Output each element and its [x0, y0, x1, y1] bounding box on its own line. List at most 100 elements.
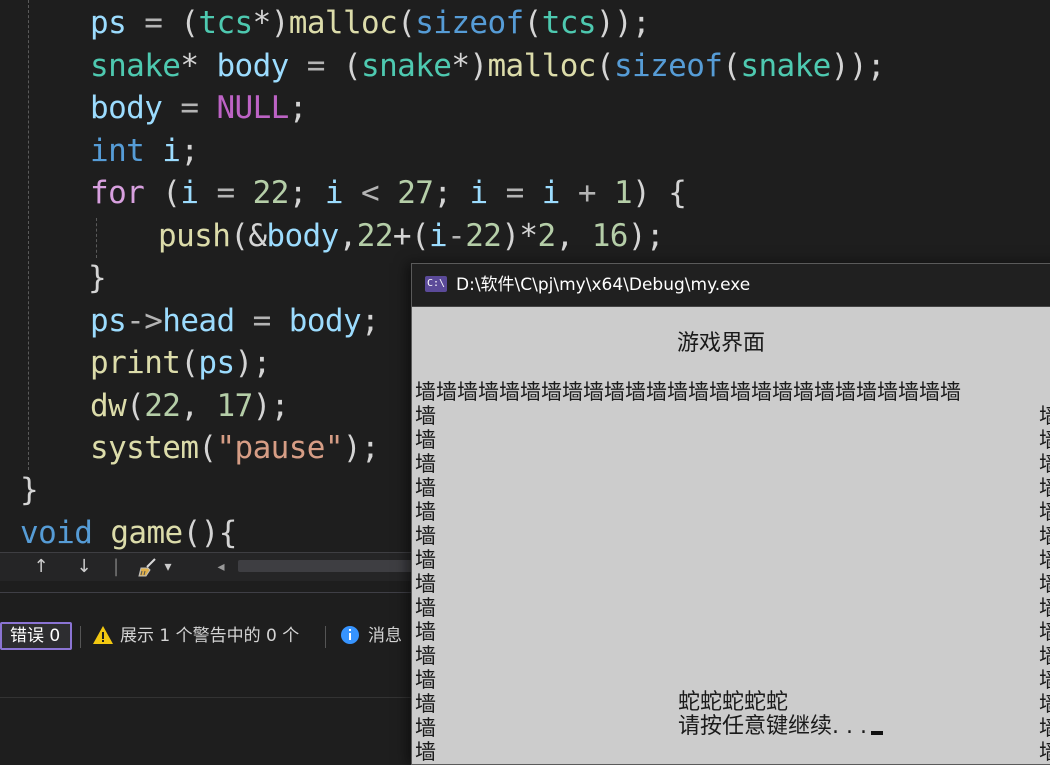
- code-token: "pause": [216, 430, 343, 466]
- code-line[interactable]: push(&body,22+(i-22)*2, 16);: [158, 215, 665, 257]
- code-line[interactable]: system("pause");: [90, 427, 380, 469]
- wall-cell: 墙: [415, 452, 436, 476]
- code-token: *): [451, 48, 488, 84]
- code-token: 1: [614, 175, 633, 211]
- code-token: ps: [90, 303, 127, 339]
- warnings-filter-label: 展示 1 个警告中的 0 个: [120, 626, 300, 646]
- code-token: i: [162, 133, 181, 169]
- messages-filter-label: 消息: [368, 626, 402, 646]
- wall-cell: 墙: [415, 668, 436, 692]
- wall-cell: 墙: [415, 716, 436, 740]
- code-token: body: [288, 303, 362, 339]
- code-token: (: [144, 175, 181, 211]
- code-token: NULL: [216, 90, 289, 126]
- warnings-filter-button[interactable]: 展示 1 个警告中的 0 个: [92, 622, 299, 650]
- code-token: snake: [90, 48, 181, 84]
- wall-cell: 墙: [415, 596, 436, 620]
- code-token: ;: [361, 303, 380, 339]
- wall-cell: 墙: [1039, 596, 1050, 620]
- filter-separator: [325, 626, 326, 648]
- code-line[interactable]: void game(){: [20, 512, 237, 552]
- code-token: ;: [288, 90, 308, 126]
- code-line[interactable]: snake* body = (snake*)malloc(sizeof(snak…: [90, 45, 886, 87]
- top-wall: 墙墙墙墙墙墙墙墙墙墙墙墙墙墙墙墙墙墙墙墙墙墙墙墙墙墙: [415, 380, 961, 404]
- wall-cell: 墙: [415, 572, 436, 596]
- wall-cell: 墙: [1039, 452, 1050, 476]
- code-line[interactable]: print(ps);: [90, 342, 271, 384]
- code-token: (: [198, 430, 217, 466]
- scroll-left-icon[interactable]: ◂: [212, 554, 230, 580]
- code-line[interactable]: ps = (tcs*)malloc(sizeof(tcs));: [90, 2, 651, 44]
- text-cursor: [870, 731, 883, 735]
- code-token: 22: [356, 218, 394, 254]
- code-token: (: [342, 48, 362, 84]
- code-token: (&: [230, 218, 267, 254]
- code-token: 22: [465, 218, 502, 254]
- code-token: =: [198, 175, 253, 211]
- broom-icon[interactable]: [136, 554, 160, 580]
- code-line[interactable]: }: [88, 257, 107, 299]
- wall-cell: 墙: [415, 644, 436, 668]
- code-token: ) {: [632, 175, 687, 211]
- wall-cell: 墙: [415, 524, 436, 548]
- code-line[interactable]: for (i = 22; i < 27; i = i + 1) {: [90, 172, 687, 214]
- navigate-up-icon[interactable]: ↑: [28, 554, 54, 580]
- wall-cell: 墙: [1039, 572, 1050, 596]
- code-line[interactable]: body = NULL;: [90, 87, 307, 129]
- code-token: (: [722, 48, 741, 84]
- toolbar-separator: |: [112, 556, 120, 577]
- wall-cell: 墙: [415, 740, 436, 764]
- warning-icon: [93, 626, 113, 644]
- code-token: (){: [182, 515, 238, 551]
- code-token: (: [595, 48, 615, 84]
- wall-cell: 墙: [1039, 500, 1050, 524]
- code-token: =: [162, 90, 217, 126]
- code-token: );: [342, 430, 380, 466]
- pause-prompt-text: 请按任意键继续. . .: [678, 714, 867, 739]
- code-token: (: [180, 5, 199, 41]
- code-token: sizeof: [613, 48, 723, 84]
- code-line[interactable]: ps->head = body;: [90, 300, 380, 342]
- code-token: ,: [338, 218, 358, 254]
- code-token: 27: [397, 175, 434, 211]
- code-token: +: [559, 175, 615, 211]
- wall-cell: 墙: [1039, 476, 1050, 500]
- code-token: =: [487, 175, 542, 211]
- code-token: ->: [126, 303, 163, 339]
- code-token: 22: [252, 175, 290, 211]
- code-line[interactable]: }: [20, 469, 39, 511]
- info-icon: [341, 626, 359, 644]
- code-token: game: [110, 515, 183, 551]
- errors-filter-button[interactable]: 错误 0: [0, 622, 72, 650]
- code-token: tcs: [541, 5, 597, 41]
- navigate-down-icon[interactable]: ↓: [71, 554, 97, 580]
- code-token: *): [252, 5, 290, 41]
- code-token: }: [20, 472, 39, 508]
- indent-guide-inner: [96, 218, 97, 258]
- chevron-down-icon[interactable]: ▾: [160, 554, 176, 580]
- game-header-text: 游戏界面: [677, 331, 766, 356]
- code-token: malloc: [487, 48, 596, 84]
- messages-filter-button[interactable]: 消息: [340, 622, 402, 650]
- console-window[interactable]: C:\ D:\软件\C\pj\my\x64\Debug\my.exe 游戏界面 …: [411, 263, 1050, 765]
- wall-cell: 墙: [1039, 740, 1050, 764]
- code-token: ,: [555, 218, 592, 254]
- code-token: ));: [830, 48, 886, 84]
- console-output[interactable]: 游戏界面 墙墙墙墙墙墙墙墙墙墙墙墙墙墙墙墙墙墙墙墙墙墙墙墙墙墙 墙墙墙墙墙墙墙墙…: [412, 307, 1050, 765]
- wall-cell: 墙: [1039, 668, 1050, 692]
- code-token: ps: [90, 5, 127, 41]
- wall-cell: 墙: [415, 692, 436, 716]
- snake-body-text: 蛇蛇蛇蛇蛇: [678, 690, 789, 715]
- right-wall: 墙墙墙墙墙墙墙墙墙墙墙墙墙墙墙: [1039, 404, 1050, 764]
- code-line[interactable]: int i;: [90, 130, 199, 172]
- code-token: 17: [216, 388, 254, 424]
- horizontal-scrollbar[interactable]: [238, 560, 418, 572]
- code-token: ;: [180, 133, 199, 169]
- pause-prompt-line: 请按任意键继续. . .: [678, 715, 883, 739]
- console-titlebar[interactable]: C:\ D:\软件\C\pj\my\x64\Debug\my.exe: [412, 264, 1050, 307]
- code-token: i: [429, 218, 448, 254]
- code-token: }: [88, 260, 107, 296]
- wall-cell: 墙: [1039, 404, 1050, 428]
- code-line[interactable]: dw(22, 17);: [90, 385, 289, 427]
- wall-cell: 墙: [1039, 428, 1050, 452]
